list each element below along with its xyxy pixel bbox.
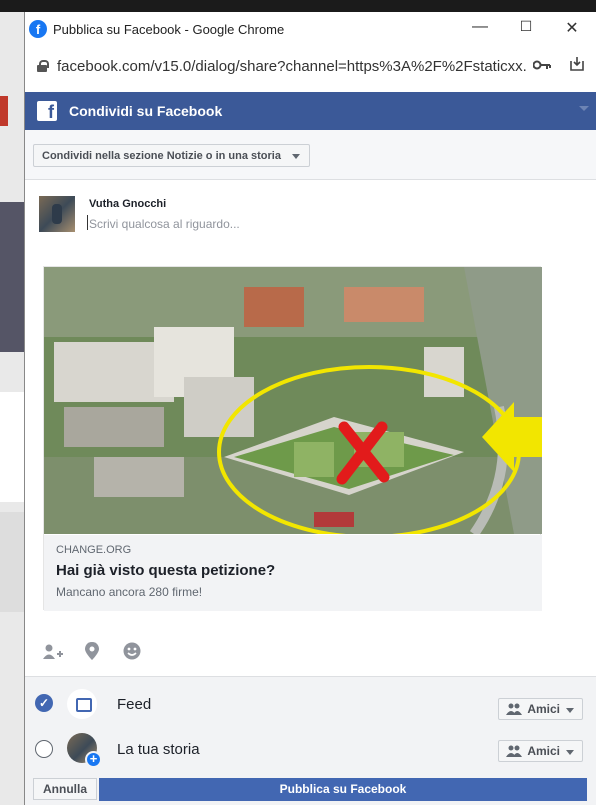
tag-friends-icon[interactable]	[43, 644, 63, 660]
destination-label-story: La tua storia	[117, 741, 200, 758]
text-cursor	[87, 215, 88, 230]
link-preview-text[interactable]: CHANGE.ORG Hai già visto questa petizion…	[44, 535, 542, 611]
user-name: Vutha Gnocchi	[89, 198, 167, 210]
link-preview-image[interactable]	[44, 267, 542, 534]
destination-label-feed: Feed	[117, 696, 152, 713]
share-target-label: Condividi nella sezione Notizie o in una…	[42, 150, 281, 162]
facebook-favicon-icon: f	[29, 20, 47, 38]
window-title: Pubblica su Facebook - Google Chrome	[53, 21, 285, 37]
plus-icon: +	[85, 751, 102, 768]
dialog-header: f Condividi su Facebook	[25, 92, 596, 130]
key-icon[interactable]	[533, 60, 551, 70]
close-icon[interactable]: ✕	[557, 18, 587, 38]
link-domain: CHANGE.ORG	[56, 544, 132, 556]
background-page-fragment	[0, 12, 24, 805]
share-target-bar: Condividi nella sezione Notizie o in una…	[25, 130, 596, 180]
url-text[interactable]: facebook.com/v15.0/dialog/share?channel=…	[57, 58, 527, 75]
chevron-down-icon	[291, 154, 300, 159]
feed-icon	[67, 689, 97, 719]
link-preview-card[interactable]: CHANGE.ORG Hai già visto questa petizion…	[43, 266, 542, 611]
window-titlebar: f Pubblica su Facebook - Google Chrome —…	[25, 12, 596, 46]
feed-audience-label: Amici	[527, 702, 560, 716]
friends-icon	[506, 703, 523, 715]
story-checkbox[interactable]	[35, 740, 53, 758]
story-audience-label: Amici	[527, 744, 560, 758]
cancel-button[interactable]: Annulla	[33, 778, 97, 800]
friends-icon	[506, 745, 523, 757]
minimize-icon[interactable]: —	[465, 18, 495, 36]
link-title: Hai già visto questa petizione?	[56, 562, 276, 579]
composer: Vutha Gnocchi Scrivi qualcosa al riguard…	[25, 181, 596, 261]
lock-icon[interactable]	[37, 60, 49, 72]
share-target-dropdown[interactable]: Condividi nella sezione Notizie o in una…	[33, 144, 310, 167]
location-icon[interactable]	[85, 642, 99, 660]
chevron-down-icon	[566, 708, 574, 713]
publish-button[interactable]: Pubblica su Facebook	[99, 778, 587, 801]
install-app-icon[interactable]	[569, 56, 585, 72]
address-bar[interactable]: facebook.com/v15.0/dialog/share?channel=…	[25, 46, 596, 86]
composer-tools	[25, 626, 596, 676]
post-text-input[interactable]: Scrivi qualcosa al riguardo...	[89, 217, 240, 231]
maximize-icon[interactable]: ☐	[511, 18, 541, 35]
popup-window: f Pubblica su Facebook - Google Chrome —…	[24, 12, 596, 805]
facebook-logo-icon: f	[37, 101, 57, 121]
dialog-title: Condividi su Facebook	[69, 103, 223, 119]
link-subtitle: Mancano ancora 280 firme!	[56, 585, 203, 599]
feed-audience-dropdown[interactable]: Amici	[498, 698, 583, 720]
feed-checkbox[interactable]: ✓	[35, 694, 53, 712]
feeling-icon[interactable]	[123, 642, 141, 660]
chevron-down-icon	[566, 750, 574, 755]
dialog-buttons: Annulla Pubblica su Facebook	[25, 777, 596, 805]
story-audience-dropdown[interactable]: Amici	[498, 740, 583, 762]
chevron-down-icon[interactable]	[579, 106, 589, 111]
avatar	[39, 196, 75, 232]
